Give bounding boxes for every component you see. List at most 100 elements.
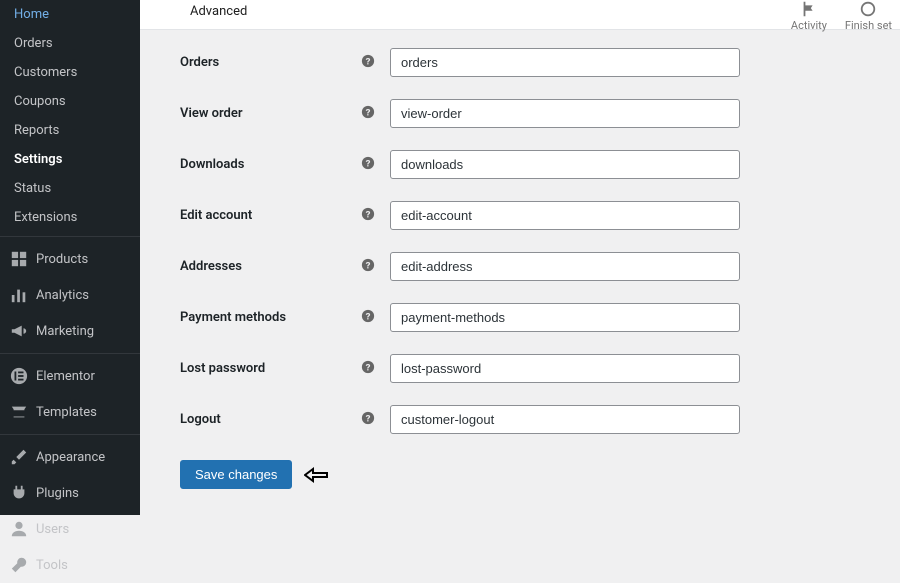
label-orders: Orders — [180, 55, 360, 70]
input-payment-methods[interactable] — [390, 303, 740, 332]
sidebar-label: Home — [14, 7, 49, 22]
sidebar-label: Coupons — [14, 94, 66, 109]
sidebar-label: Orders — [14, 36, 53, 51]
label-lost-password: Lost password — [180, 361, 360, 376]
row-edit-account: Edit account ? — [180, 201, 900, 230]
tab-advanced[interactable]: Advanced — [180, 0, 257, 29]
sidebar-label: Marketing — [36, 324, 94, 339]
help-edit-account[interactable]: ? — [360, 206, 390, 225]
megaphone-icon — [10, 322, 28, 340]
label-edit-account: Edit account — [180, 208, 360, 223]
main-content: Advanced Activity Finish set Orders ? Vi… — [140, 0, 900, 515]
svg-text:?: ? — [365, 362, 370, 373]
activity-button[interactable]: Activity — [791, 0, 827, 32]
activity-label: Activity — [791, 19, 827, 32]
help-downloads[interactable]: ? — [360, 155, 390, 174]
save-row: Save changes — [180, 460, 900, 489]
label-logout: Logout — [180, 412, 360, 427]
svg-text:?: ? — [365, 107, 370, 118]
help-lost-password[interactable]: ? — [360, 359, 390, 378]
svg-text:?: ? — [365, 158, 370, 169]
help-icon: ? — [360, 308, 375, 323]
help-logout[interactable]: ? — [360, 410, 390, 429]
sidebar-item-elementor[interactable]: Elementor — [0, 358, 140, 394]
admin-sidebar: Home Orders Customers Coupons Reports Se… — [0, 0, 140, 515]
svg-text:?: ? — [365, 209, 370, 220]
help-view-order[interactable]: ? — [360, 104, 390, 123]
sidebar-item-users[interactable]: Users — [0, 511, 140, 547]
sidebar-item-reports[interactable]: Reports — [0, 116, 140, 145]
label-payment-methods: Payment methods — [180, 310, 360, 325]
sidebar-label: Products — [36, 252, 88, 267]
row-lost-password: Lost password ? — [180, 354, 900, 383]
sidebar-label: Plugins — [36, 486, 79, 501]
finish-label: Finish set — [845, 19, 892, 32]
help-icon: ? — [360, 206, 375, 221]
elementor-icon — [10, 367, 28, 385]
input-logout[interactable] — [390, 405, 740, 434]
products-icon — [10, 250, 28, 268]
input-view-order[interactable] — [390, 99, 740, 128]
input-downloads[interactable] — [390, 150, 740, 179]
label-view-order: View order — [180, 106, 360, 121]
arrow-left-icon — [304, 466, 330, 484]
sidebar-item-marketing[interactable]: Marketing — [0, 313, 140, 349]
input-addresses[interactable] — [390, 252, 740, 281]
save-changes-button[interactable]: Save changes — [180, 460, 292, 489]
circle-icon — [859, 0, 877, 18]
sidebar-label: Tools — [36, 558, 68, 573]
wrench-icon — [10, 556, 28, 574]
input-lost-password[interactable] — [390, 354, 740, 383]
help-icon: ? — [360, 53, 375, 68]
plug-icon — [10, 484, 28, 502]
sidebar-item-settings[interactable]: Settings — [0, 145, 140, 174]
svg-text:?: ? — [365, 260, 370, 271]
sidebar-item-status[interactable]: Status — [0, 174, 140, 203]
row-view-order: View order ? — [180, 99, 900, 128]
sidebar-item-customers[interactable]: Customers — [0, 58, 140, 87]
brush-icon — [10, 448, 28, 466]
svg-text:?: ? — [365, 413, 370, 424]
sidebar-item-products[interactable]: Products — [0, 241, 140, 277]
help-payment-methods[interactable]: ? — [360, 308, 390, 327]
sidebar-label: Users — [36, 522, 69, 537]
sidebar-item-templates[interactable]: Templates — [0, 394, 140, 430]
row-orders: Orders ? — [180, 48, 900, 77]
sidebar-item-tools[interactable]: Tools — [0, 547, 140, 583]
help-orders[interactable]: ? — [360, 53, 390, 72]
row-logout: Logout ? — [180, 405, 900, 434]
sidebar-label: Appearance — [36, 450, 105, 465]
row-downloads: Downloads ? — [180, 150, 900, 179]
help-addresses[interactable]: ? — [360, 257, 390, 276]
sidebar-item-home[interactable]: Home — [0, 0, 140, 29]
topbar: Advanced Activity Finish set — [140, 0, 900, 30]
svg-text:?: ? — [365, 56, 370, 67]
help-icon: ? — [360, 257, 375, 272]
top-actions: Activity Finish set — [791, 0, 900, 32]
sidebar-label: Reports — [14, 123, 59, 138]
label-downloads: Downloads — [180, 157, 360, 172]
row-payment-methods: Payment methods ? — [180, 303, 900, 332]
label-addresses: Addresses — [180, 259, 360, 274]
row-addresses: Addresses ? — [180, 252, 900, 281]
help-icon: ? — [360, 155, 375, 170]
sidebar-label: Analytics — [36, 288, 89, 303]
sidebar-label: Extensions — [14, 210, 77, 225]
help-icon: ? — [360, 359, 375, 374]
sidebar-label: Settings — [14, 152, 62, 167]
help-icon: ? — [360, 104, 375, 119]
input-edit-account[interactable] — [390, 201, 740, 230]
input-orders[interactable] — [390, 48, 740, 77]
sidebar-item-coupons[interactable]: Coupons — [0, 87, 140, 116]
sidebar-item-extensions[interactable]: Extensions — [0, 203, 140, 232]
sidebar-label: Customers — [14, 65, 77, 80]
sidebar-item-orders[interactable]: Orders — [0, 29, 140, 58]
svg-text:?: ? — [365, 311, 370, 322]
sidebar-item-appearance[interactable]: Appearance — [0, 439, 140, 475]
help-icon: ? — [360, 410, 375, 425]
finish-setup-button[interactable]: Finish set — [845, 0, 892, 32]
sidebar-label: Elementor — [36, 369, 95, 384]
user-icon — [10, 520, 28, 538]
sidebar-item-analytics[interactable]: Analytics — [0, 277, 140, 313]
sidebar-item-plugins[interactable]: Plugins — [0, 475, 140, 511]
